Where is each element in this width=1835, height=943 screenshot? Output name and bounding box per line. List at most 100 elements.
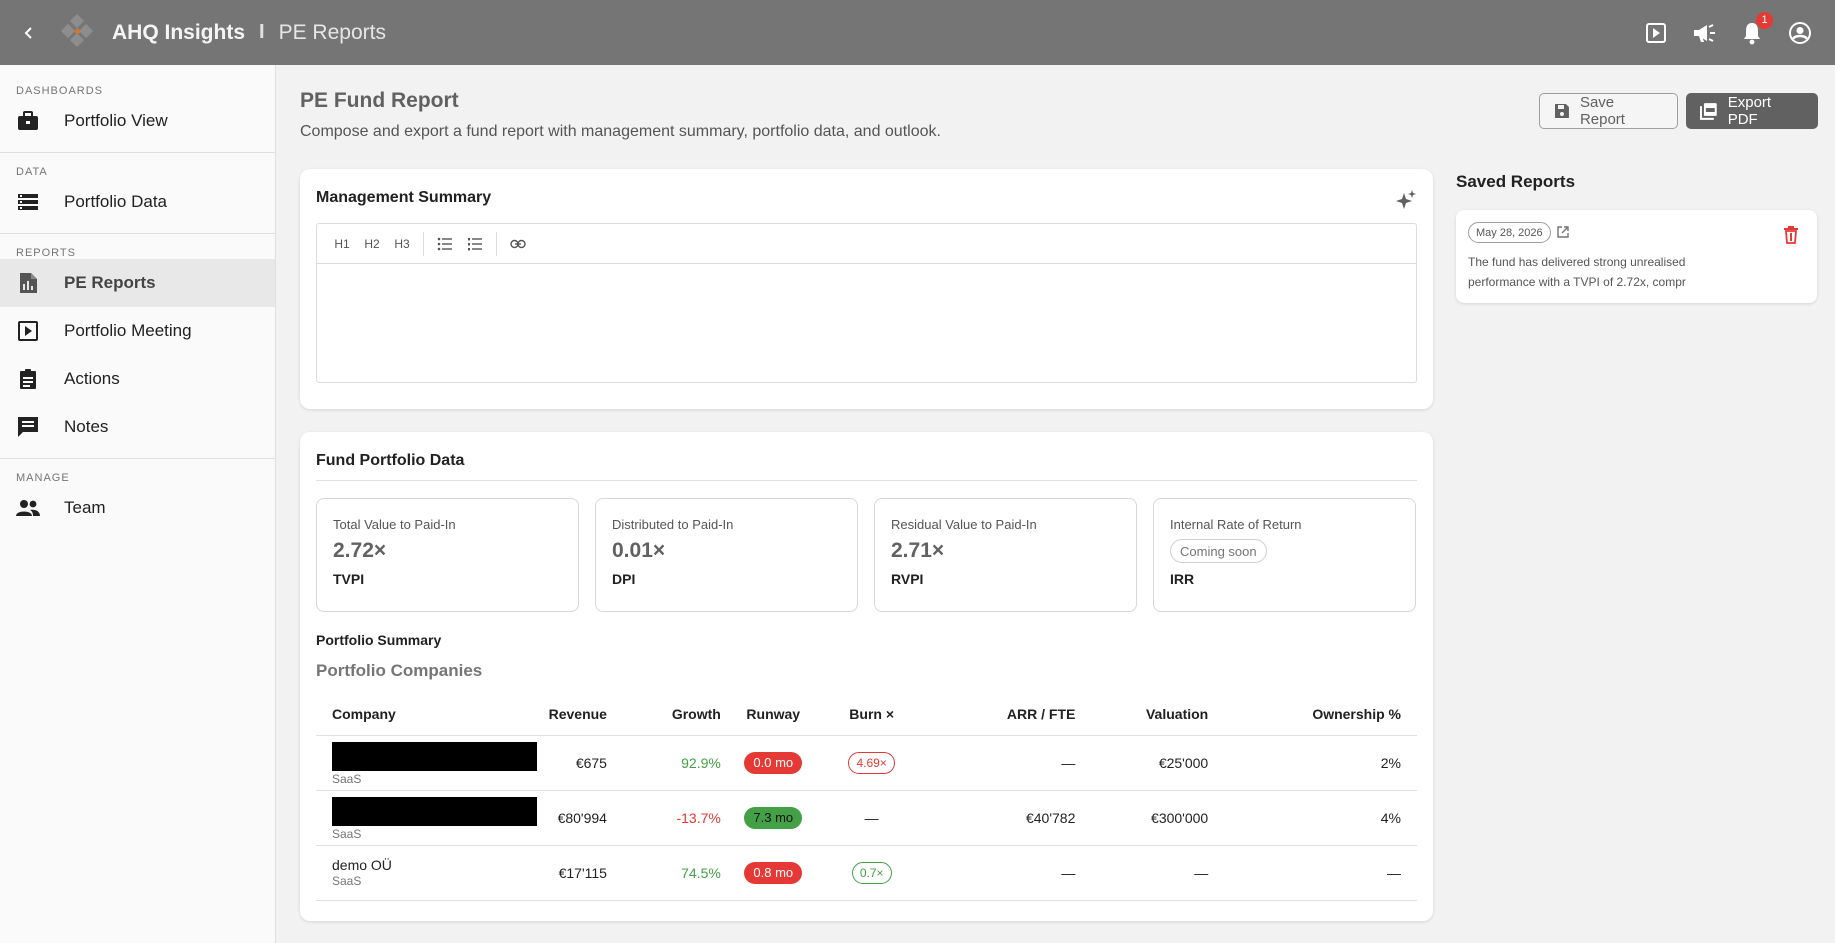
- burn-pill: 0.7×: [851, 861, 892, 884]
- account-icon[interactable]: [1787, 20, 1813, 46]
- toolbar-divider: [423, 231, 424, 256]
- fund-portfolio-title: Fund Portfolio Data: [316, 452, 465, 469]
- revenue-cell: €17'115: [537, 845, 607, 901]
- bell-icon[interactable]: 1: [1739, 11, 1773, 46]
- sidebar-item-portfolio-meeting[interactable]: Portfolio Meeting: [0, 307, 275, 355]
- coming-soon-chip: Coming soon: [1170, 539, 1267, 563]
- burn-pill: 4.69×: [848, 751, 895, 774]
- sidebar-item-notes[interactable]: Notes: [0, 403, 275, 451]
- kpi-card-rvpi: Residual Value to Paid-In 2.71× RVPI: [874, 498, 1137, 612]
- report-icon: [16, 271, 40, 295]
- storage-icon: [16, 190, 40, 214]
- sidebar-item-pe-reports[interactable]: PE Reports: [0, 259, 275, 307]
- app-title[interactable]: AHQ Insights: [112, 21, 245, 45]
- arr-fte-cell: €40'782: [917, 790, 1076, 846]
- sidebar-item-label: Portfolio Meeting: [64, 321, 192, 340]
- kpi-card-irr: Internal Rate of Return Coming soon IRR: [1153, 498, 1416, 612]
- bullet-list-icon[interactable]: [430, 231, 460, 257]
- burn-cell: —: [825, 790, 918, 846]
- sidebar: DASHBOARDS Portfolio View DATA Portfolio…: [0, 65, 276, 943]
- growth-cell: 74.5%: [606, 845, 721, 901]
- sidebar-item-actions[interactable]: Actions: [0, 355, 275, 403]
- export-pdf-button[interactable]: Export PDF: [1686, 93, 1818, 129]
- arr-fte-cell: —: [917, 845, 1076, 901]
- section-label-manage: MANAGE: [16, 472, 70, 484]
- ai-sparkle-icon[interactable]: [1395, 189, 1417, 211]
- column-header[interactable]: Growth: [606, 694, 721, 736]
- sidebar-item-team[interactable]: Team: [0, 484, 275, 532]
- sidebar-item-label: Notes: [64, 417, 109, 436]
- column-header[interactable]: Company: [316, 694, 537, 736]
- slideshow-icon: [16, 319, 40, 343]
- save-report-button[interactable]: Save Report: [1539, 93, 1678, 129]
- table-header-row: Company Revenue Growth Runway Burn × ARR…: [316, 694, 1417, 736]
- saved-report-card[interactable]: May 28, 2026 The fund has delivered stro…: [1456, 210, 1817, 303]
- company-type: SaaS: [332, 771, 362, 786]
- management-summary-title: Management Summary: [316, 189, 492, 206]
- present-icon[interactable]: [1643, 20, 1669, 46]
- heading-2-button[interactable]: H2: [357, 231, 387, 257]
- report-snippet: The fund has delivered strong unrealised…: [1468, 255, 1686, 289]
- column-header[interactable]: Revenue: [537, 694, 607, 736]
- growth-cell: -13.7%: [606, 790, 721, 846]
- column-header[interactable]: Runway: [720, 694, 826, 736]
- kpi-card-tvpi: Total Value to Paid-In 2.72× TVPI: [316, 498, 579, 612]
- kpi-value: 2.72×: [333, 539, 387, 562]
- toolbar-divider: [496, 231, 497, 256]
- company-name: demo OÜ: [332, 857, 392, 873]
- table-row[interactable]: SaaS €80'994 -13.7% 7.3 mo — €40'782 €30…: [316, 790, 1417, 846]
- heading-3-button[interactable]: H3: [387, 231, 417, 257]
- column-header[interactable]: Burn ×: [825, 694, 918, 736]
- kpi-abbr: RVPI: [891, 571, 924, 587]
- growth-cell: 92.9%: [606, 735, 721, 791]
- notification-badge: 1: [1756, 11, 1773, 29]
- pdf-icon: [1700, 103, 1717, 120]
- comment-icon: [16, 415, 40, 439]
- column-header[interactable]: ARR / FTE: [917, 694, 1076, 736]
- section-label-reports: REPORTS: [16, 247, 76, 259]
- column-header[interactable]: Ownership %: [1208, 694, 1417, 736]
- sidebar-item-portfolio-data[interactable]: Portfolio Data: [0, 178, 275, 226]
- company-type: SaaS: [332, 826, 362, 841]
- kpi-label: Distributed to Paid-In: [612, 517, 734, 532]
- delete-icon[interactable]: [1783, 226, 1801, 244]
- kpi-value: 0.01×: [612, 539, 666, 562]
- ownership-cell: —: [1208, 845, 1417, 901]
- table-row[interactable]: SaaS €675 92.9% 0.0 mo 4.69× — €25'000 2…: [316, 735, 1417, 791]
- ownership-cell: 4%: [1208, 790, 1417, 846]
- sidebar-item-label: Portfolio View: [64, 111, 168, 130]
- clipboard-icon: [16, 367, 40, 391]
- kpi-label: Total Value to Paid-In: [333, 517, 456, 532]
- save-report-label: Save Report: [1579, 94, 1625, 128]
- kpi-value: 2.71×: [891, 539, 945, 562]
- back-arrow-icon[interactable]: [14, 18, 44, 48]
- revenue-cell: €675: [537, 735, 607, 791]
- runway-pill: 7.3 mo: [744, 806, 803, 829]
- sidebar-divider: [0, 152, 275, 153]
- numbered-list-icon[interactable]: [460, 231, 490, 257]
- runway-pill: 0.0 mo: [744, 751, 803, 774]
- saved-reports-title: Saved Reports: [1456, 172, 1576, 191]
- kpi-abbr: TVPI: [333, 571, 365, 587]
- heading-1-button[interactable]: H1: [327, 231, 357, 257]
- rich-text-editor: H1 H2 H3: [316, 223, 1417, 383]
- fund-portfolio-card: Fund Portfolio Data Total Value to Paid-…: [300, 432, 1433, 921]
- megaphone-icon[interactable]: [1691, 20, 1717, 46]
- link-icon[interactable]: [503, 231, 533, 257]
- column-header[interactable]: Valuation: [1075, 694, 1209, 736]
- section-label-dashboards: DASHBOARDS: [16, 85, 104, 97]
- valuation-cell: —: [1075, 845, 1209, 901]
- sidebar-item-portfolio-view[interactable]: Portfolio View: [0, 97, 275, 145]
- editor-toolbar: H1 H2 H3: [317, 224, 1416, 264]
- summary-editor-body[interactable]: [317, 264, 1416, 382]
- portfolio-companies-label: Portfolio Companies: [316, 661, 483, 680]
- table-row[interactable]: demo OÜ SaaS €17'115 74.5% 0.8 mo 0.7× —…: [316, 845, 1417, 901]
- arr-fte-cell: —: [917, 735, 1076, 791]
- top-app-bar: AHQ Insights I PE Reports 1: [0, 0, 1835, 65]
- company-type: SaaS: [332, 874, 362, 888]
- open-external-icon[interactable]: [1556, 225, 1570, 239]
- valuation-cell: €25'000: [1075, 735, 1209, 791]
- save-icon: [1554, 104, 1569, 118]
- runway-pill: 0.8 mo: [744, 861, 803, 884]
- portfolio-companies-table: Company Revenue Growth Runway Burn × ARR…: [316, 694, 1417, 901]
